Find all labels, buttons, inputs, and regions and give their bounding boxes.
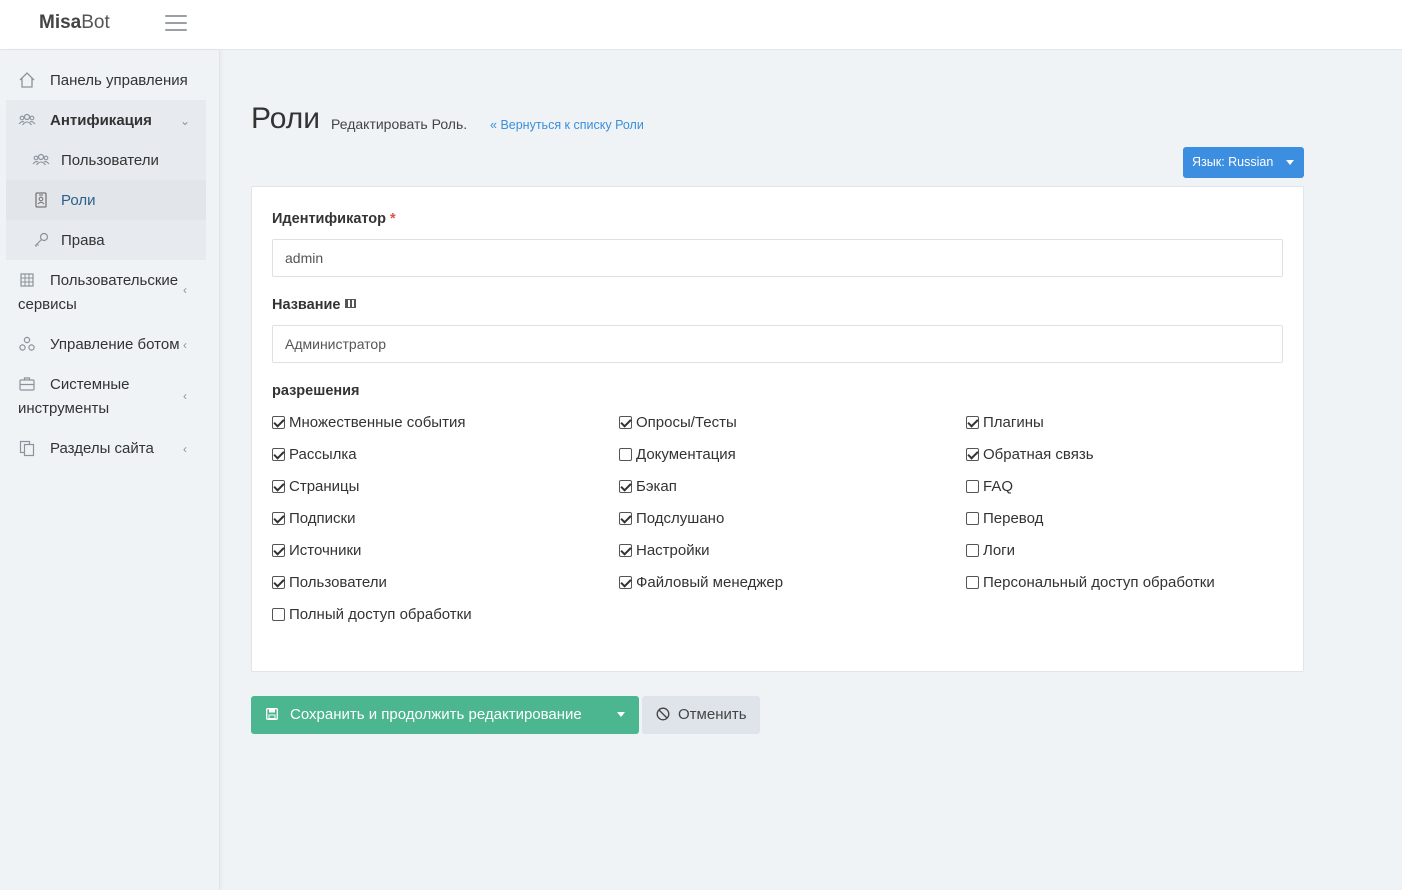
sidebar-item-label: Управление ботом: [50, 336, 180, 353]
permission-label: Пользователи: [289, 574, 387, 591]
page-title: Роли: [251, 102, 320, 135]
menu-toggle-icon[interactable]: [165, 15, 187, 33]
sidebar-item-permissions[interactable]: Права: [6, 220, 206, 260]
id-badge-icon: [35, 192, 47, 208]
permission-label: FAQ: [983, 478, 1014, 495]
brand-logo[interactable]: MisaBot: [39, 12, 110, 34]
permission-label: Персональный доступ обработки: [983, 574, 1215, 591]
chevron-left-icon: ‹: [183, 442, 187, 456]
sidebar-item-label: Антификация: [50, 112, 152, 129]
double-chevron-left-icon: «: [490, 118, 497, 132]
permission-checkbox[interactable]: [619, 480, 632, 493]
sidebar-item-label: Права: [61, 232, 105, 249]
permission-checkbox[interactable]: [272, 416, 285, 429]
permission-checkbox[interactable]: [966, 416, 979, 429]
permission-label: Множественные события: [289, 414, 466, 431]
permission-checkbox[interactable]: [966, 448, 979, 461]
cancel-button-label: Отменить: [678, 706, 747, 723]
sidebar-item-label: Пользовательские сервисы: [18, 272, 179, 313]
permission-label: Файловый менеджер: [636, 574, 784, 591]
language-button-label: Язык: Russian: [1192, 155, 1274, 169]
permission-checkbox[interactable]: [966, 544, 979, 557]
users-icon: [32, 153, 50, 166]
permission-checkbox[interactable]: [619, 512, 632, 525]
sidebar-item-users[interactable]: Пользователи: [6, 140, 206, 180]
permission-checkbox[interactable]: [619, 544, 632, 557]
chevron-left-icon: ‹: [183, 283, 187, 297]
sidebar-item-label: Разделы сайта: [50, 440, 154, 457]
sidebar: Панель управления Антификация ⌄ Пользова…: [0, 50, 220, 890]
cogs-icon: [19, 336, 35, 351]
sidebar-item-label: Системные инструменты: [18, 376, 130, 417]
save-button-label: Сохранить и продолжить редактирование: [290, 706, 582, 723]
save-icon: [266, 708, 278, 720]
permission-label: Опросы/Тесты: [636, 414, 737, 431]
permission-label: Источники: [289, 542, 362, 559]
permission-checkbox[interactable]: [619, 448, 632, 461]
back-link-label: Вернуться к списку Роли: [500, 118, 644, 132]
permission-checkbox[interactable]: [272, 544, 285, 557]
top-bar: MisaBot: [0, 0, 1402, 50]
permission-checkbox[interactable]: [272, 448, 285, 461]
permission-label: Логи: [983, 542, 1016, 559]
permission-label: Рассылка: [289, 446, 357, 463]
permission-checkbox[interactable]: [966, 480, 979, 493]
sidebar-item-label: Пользователи: [61, 152, 159, 169]
caret-down-icon: [1286, 160, 1294, 165]
language-dropdown-button[interactable]: Язык: Russian: [1183, 147, 1304, 178]
permission-label: Бэкап: [636, 478, 677, 495]
cancel-button[interactable]: Отменить: [642, 696, 760, 734]
sidebar-item-user-services[interactable]: Пользовательские сервисы ‹: [6, 260, 206, 320]
sidebar-item-authentication[interactable]: Антификация ⌄: [6, 100, 206, 140]
permission-label: Документация: [636, 446, 736, 463]
permission-checkbox[interactable]: [966, 512, 979, 525]
sidebar-item-label: Панель управления: [50, 72, 188, 89]
permission-label: Плагины: [983, 414, 1044, 431]
copy-icon: [19, 440, 35, 457]
permission-label: Страницы: [289, 478, 360, 495]
identifier-input[interactable]: [272, 239, 1283, 277]
permissions-label: разрешения: [272, 383, 360, 399]
permission-checkbox[interactable]: [619, 576, 632, 589]
sidebar-item-site-sections[interactable]: Разделы сайта ‹: [6, 428, 206, 468]
permission-label: Настройки: [636, 542, 710, 559]
sidebar-item-roles[interactable]: Роли: [6, 180, 206, 220]
permission-checkbox[interactable]: [272, 576, 285, 589]
permission-label: Перевод: [983, 510, 1044, 527]
permission-checkbox[interactable]: [272, 480, 285, 493]
page-subtitle: Редактировать Роль.: [331, 116, 468, 132]
name-label: Название: [272, 297, 357, 313]
sidebar-item-dashboard[interactable]: Панель управления: [6, 60, 206, 100]
chevron-left-icon: ‹: [183, 389, 187, 403]
permission-checkbox[interactable]: [272, 608, 285, 621]
permission-checkbox[interactable]: [272, 512, 285, 525]
sidebar-item-label: Роли: [61, 192, 96, 209]
save-and-continue-button[interactable]: Сохранить и продолжить редактирование: [251, 696, 639, 734]
chevron-down-icon: ⌄: [180, 114, 191, 128]
save-options-dropdown-toggle[interactable]: [607, 696, 639, 734]
required-marker: *: [390, 211, 396, 227]
permission-label: Обратная связь: [983, 446, 1094, 463]
permission-label: Полный доступ обработки: [289, 606, 472, 623]
users-icon: [18, 113, 36, 126]
home-icon: [19, 72, 35, 88]
role-form-card: Идентификатор * Название разрешения Множ…: [251, 186, 1304, 672]
permission-checkbox[interactable]: [966, 576, 979, 589]
identifier-label: Идентификатор *: [272, 211, 396, 227]
flag-icon: [345, 299, 357, 308]
permission-checkbox[interactable]: [619, 416, 632, 429]
sidebar-item-bot-management[interactable]: Управление ботом ‹: [6, 324, 206, 364]
caret-down-icon: [617, 712, 625, 717]
key-icon: [34, 232, 49, 247]
chevron-left-icon: ‹: [183, 338, 187, 352]
name-input[interactable]: [272, 325, 1283, 363]
ban-icon: [656, 707, 670, 721]
permission-label: Подслушано: [636, 510, 725, 527]
permission-label: Подписки: [289, 510, 356, 527]
back-to-list-link[interactable]: « Вернуться к списку Роли: [490, 118, 644, 132]
sidebar-item-system-tools[interactable]: Системные инструменты ‹: [6, 364, 206, 424]
